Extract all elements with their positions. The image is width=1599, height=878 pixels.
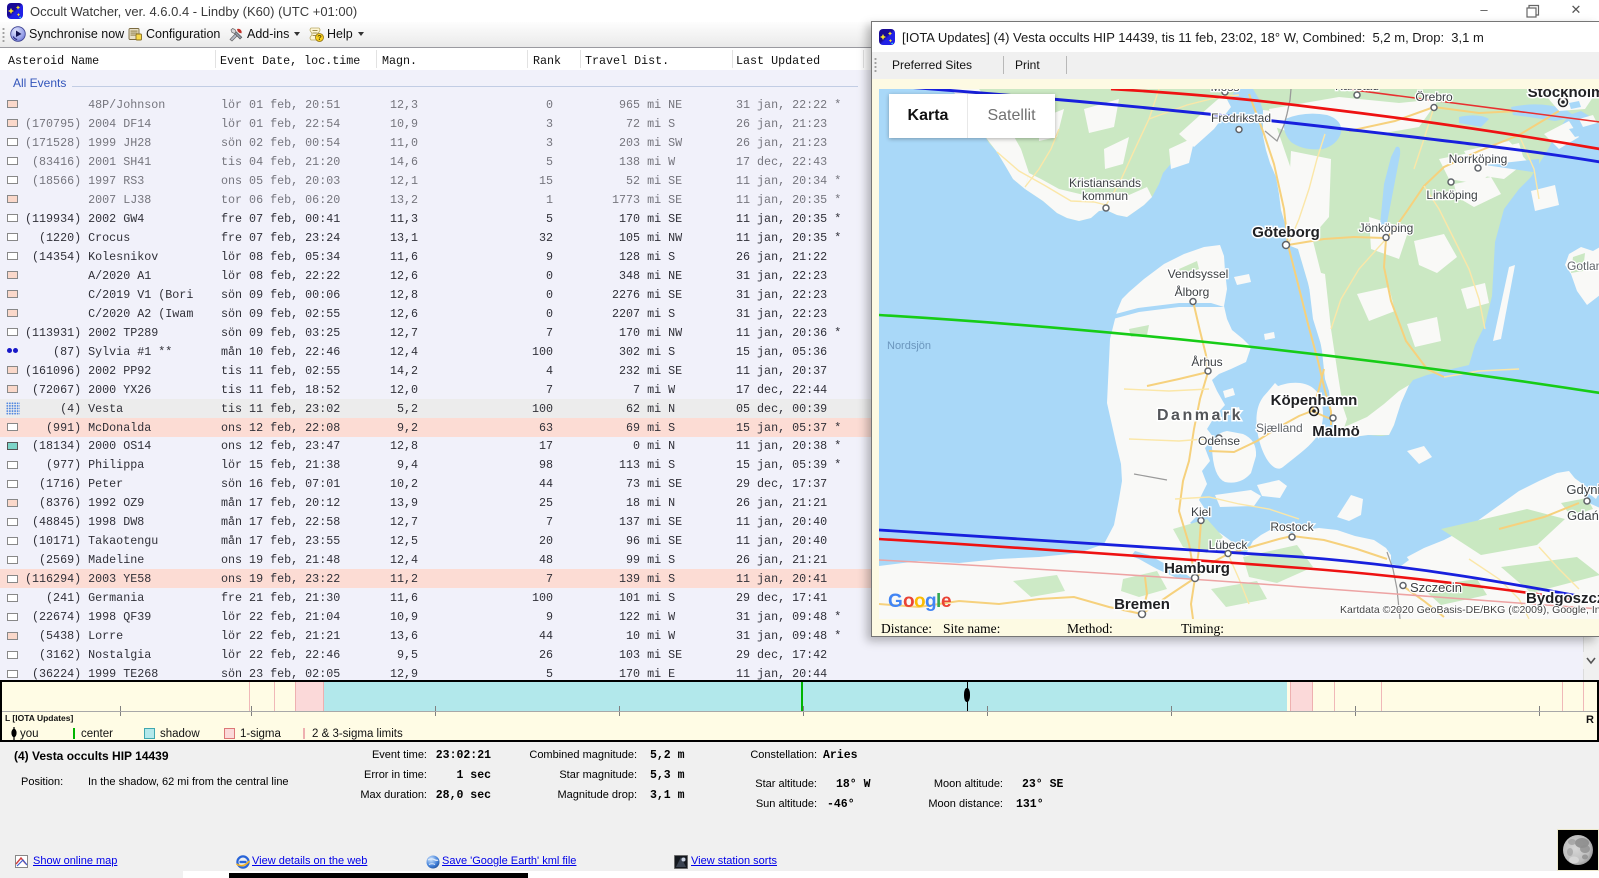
svg-text:Nordsjön: Nordsjön [887,340,931,352]
svg-text:e: e [941,591,952,612]
svg-text:o: o [903,591,915,612]
svg-text:Gdańsk: Gdańsk [1567,508,1599,523]
svg-text:Kristiansands: Kristiansands [1069,176,1141,190]
svg-text:Malmö: Malmö [1312,423,1360,440]
svg-text:Stockholm: Stockholm [1528,89,1599,101]
svg-text:Göteborg: Göteborg [1252,224,1320,241]
svg-text:Fredrikstad: Fredrikstad [1211,111,1271,125]
svg-text:?: ? [317,33,322,42]
svg-text:Kartdata ©2020 GeoBasis-DE/BKG: Kartdata ©2020 GeoBasis-DE/BKG (©2009), … [1340,604,1599,616]
svg-text:Moss: Moss [1211,89,1240,94]
svg-text:kommun: kommun [1082,189,1128,203]
svg-text:Norrköping: Norrköping [1449,152,1508,166]
svg-text:Danmark: Danmark [1157,407,1243,424]
svg-text:Sjælland: Sjælland [1256,421,1303,435]
svg-text:Hamburg: Hamburg [1164,560,1230,577]
svg-text:Århus: Århus [1191,354,1222,369]
svg-text:Szczecin: Szczecin [1410,580,1462,595]
svg-text:Jönköping: Jönköping [1359,221,1414,235]
svg-text:Gotland: Gotland [1567,259,1599,273]
svg-text:g: g [925,591,937,612]
svg-text:Bremen: Bremen [1114,596,1170,613]
svg-text:Linköping: Linköping [1426,188,1477,202]
svg-text:Karlstad: Karlstad [1335,89,1379,93]
svg-text:G: G [888,591,903,612]
svg-text:Ålborg: Ålborg [1175,284,1210,299]
svg-text:Odense: Odense [1198,434,1240,448]
svg-text:o: o [914,591,926,612]
svg-text:Gdynia: Gdynia [1566,482,1599,497]
svg-text:Vendsyssel: Vendsyssel [1168,267,1229,281]
svg-text:Kiel: Kiel [1191,505,1211,519]
svg-text:Rostock: Rostock [1270,520,1314,534]
svg-text:Örebro: Örebro [1415,90,1453,104]
svg-text:Köpenhamn: Köpenhamn [1271,392,1358,409]
svg-text:Lübeck: Lübeck [1209,538,1249,552]
